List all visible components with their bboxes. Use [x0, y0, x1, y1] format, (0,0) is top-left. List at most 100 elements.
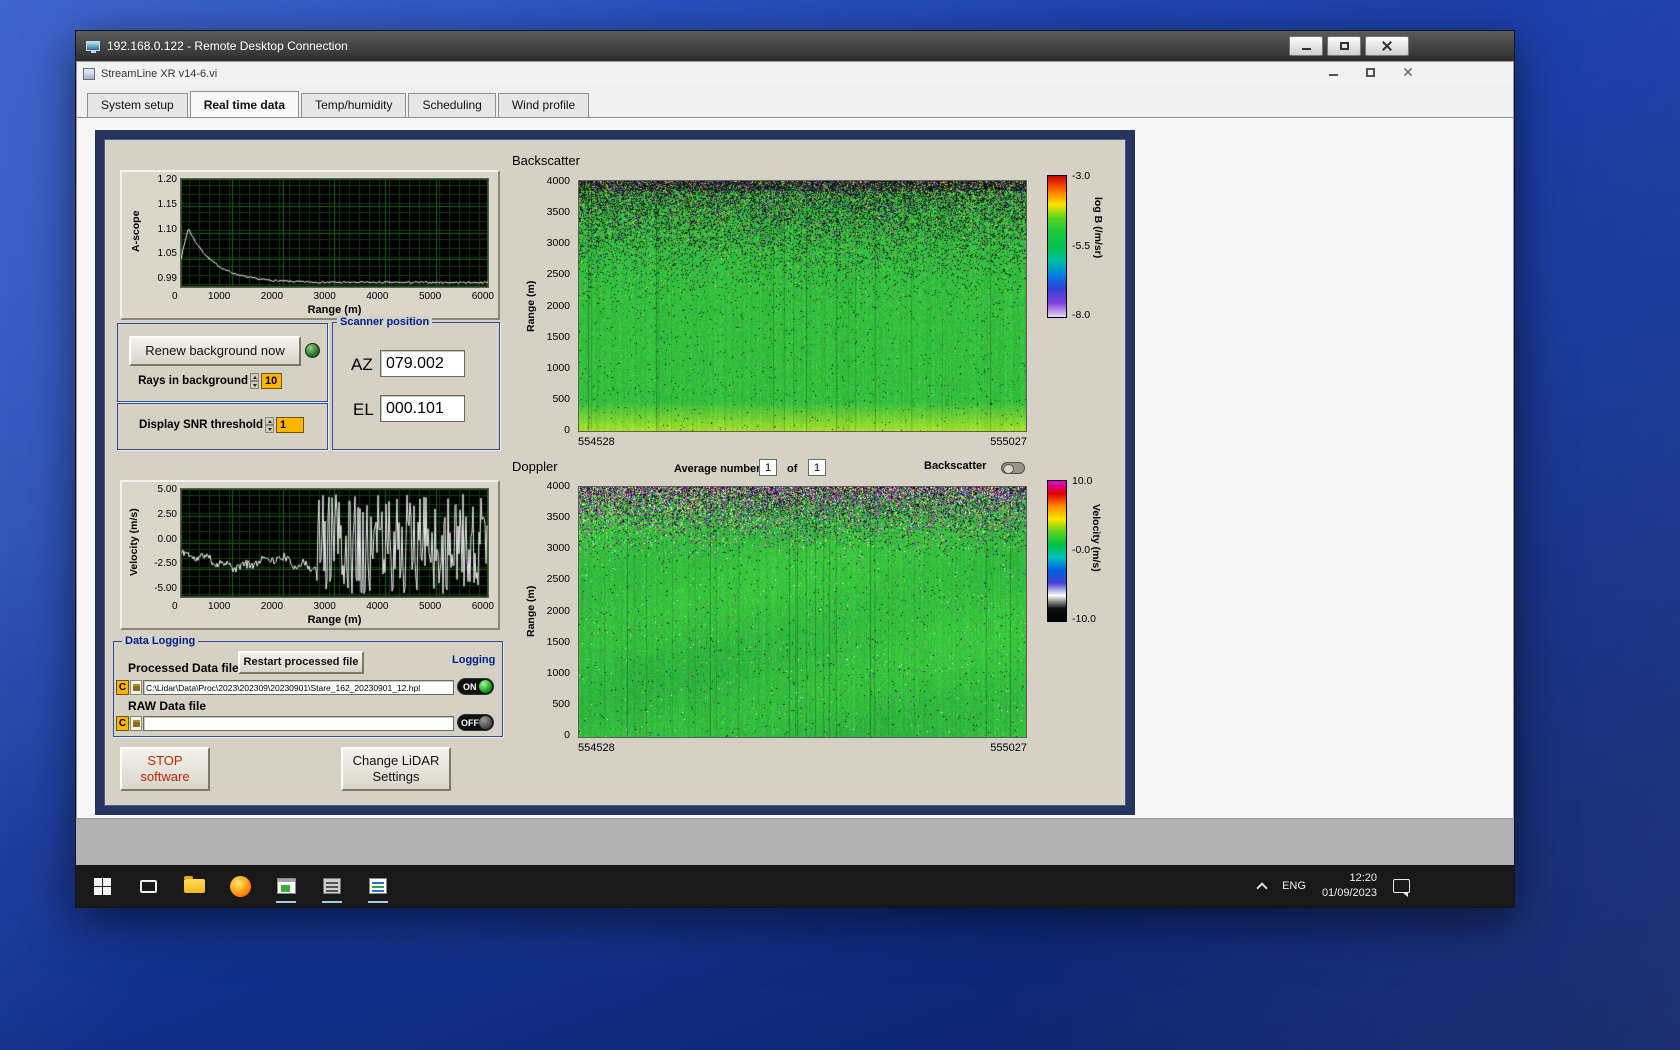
app-titlebar[interactable]: StreamLine XR v14-6.vi [77, 62, 1513, 86]
el-value-field[interactable]: 000.101 [380, 395, 465, 422]
change-lidar-settings-button[interactable]: Change LiDAR Settings [341, 747, 451, 791]
rdp-window: 192.168.0.122 - Remote Desktop Connectio… [75, 30, 1515, 908]
restart-processed-file-button[interactable]: Restart processed file [238, 651, 364, 674]
tick-label: 1000 [208, 291, 231, 302]
ascope-canvas [181, 179, 488, 287]
file-explorer-button[interactable] [182, 873, 206, 899]
desktop-wallpaper: 192.168.0.122 - Remote Desktop Connectio… [0, 0, 1680, 1050]
app-minimize-icon[interactable] [1329, 74, 1338, 76]
streamline-app-button[interactable] [274, 873, 298, 903]
start-button[interactable] [90, 873, 114, 899]
ascope-xtick-labels: 0 1000 2000 3000 4000 5000 6000 [172, 291, 494, 302]
tick-label: 4000 [366, 291, 389, 302]
tick-label: 6000 [471, 291, 494, 302]
data-logging-box: Data Logging Processed Data file Restart… [113, 635, 503, 737]
taskbar-time: 12:20 [1349, 872, 1377, 885]
tick-label: 1000 [546, 666, 570, 679]
renew-background-button[interactable]: Renew background now [129, 336, 301, 366]
tab[interactable]: Wind profile [497, 93, 590, 117]
processed-path-field[interactable]: C:\Lidar\Data\Proc\2023\202309\20230901\… [143, 680, 454, 695]
streamline-app-icon [276, 878, 296, 894]
ascope-ytick-labels: 1.20 1.15 1.10 1.05 0.99 [146, 174, 177, 284]
rdp-minimize-button[interactable] [1289, 36, 1323, 56]
taskbar-clock[interactable]: 12:20 01/09/2023 [1322, 871, 1377, 901]
tab[interactable]: System setup [87, 93, 188, 117]
tab[interactable]: Scheduling [408, 93, 496, 117]
display-snr-threshold-label: Display SNR threshold [139, 419, 263, 431]
task-view-icon [139, 879, 157, 893]
text-editor-button[interactable] [366, 873, 390, 903]
el-label: EL [353, 400, 374, 419]
increment-icon[interactable] [265, 417, 274, 425]
tab[interactable]: Real time data [189, 91, 300, 117]
ascope-plot[interactable] [180, 178, 489, 288]
tick-label: 5.00 [157, 484, 177, 495]
tick-label: 3500 [546, 511, 570, 524]
processed-browse-icon[interactable] [130, 680, 142, 695]
tick-label: 0 [564, 729, 570, 741]
velocity-plot-frame: Velocity (m/s) 5.00 2.50 0.00 -2.50 -5.00 0 1… [120, 480, 500, 630]
tick-label: 0.99 [157, 273, 177, 284]
hidden-icons-chevron-icon[interactable] [1256, 882, 1268, 894]
raw-browse-icon[interactable] [130, 716, 142, 731]
average-number-field[interactable]: 1 [759, 459, 777, 476]
raw-drive-selector[interactable]: C [116, 716, 129, 731]
raw-path-field[interactable] [143, 716, 454, 731]
rdp-close-button[interactable] [1365, 36, 1409, 56]
scanner-position-title: Scanner position [337, 316, 433, 329]
processed-logging-toggle[interactable]: ON [457, 678, 494, 695]
increment-icon[interactable] [250, 373, 259, 381]
backscatter-colorbar-label: log B (/m/sr) [1092, 197, 1104, 259]
processed-drive-selector[interactable]: C [116, 680, 129, 695]
az-label: AZ [351, 355, 373, 374]
windows-logo-icon [93, 877, 111, 895]
tick-label: 1000 [208, 601, 231, 612]
tick-label: 2500 [546, 573, 570, 586]
decrement-icon[interactable] [265, 425, 274, 433]
toggle-knob-on [479, 680, 492, 693]
tick-label: 554528 [578, 742, 615, 754]
tick-label: 1000 [546, 361, 570, 374]
snr-spinner[interactable] [265, 417, 274, 433]
decrement-icon[interactable] [250, 381, 259, 389]
task-view-button[interactable] [136, 873, 160, 899]
average-number-label: Average number [674, 463, 761, 475]
raw-logging-toggle[interactable]: OFF [457, 714, 494, 731]
toggle-knob-off [479, 716, 492, 729]
stop-software-button[interactable]: STOP software [120, 747, 210, 791]
backscatter-canvas [579, 181, 1026, 431]
tab[interactable]: Temp/humidity [301, 93, 407, 117]
app-restore-icon[interactable] [1366, 68, 1375, 77]
remote-desktop: StreamLine XR v14-6.vi System setup Real … [76, 61, 1514, 907]
stop-label-line1: STOP [147, 752, 183, 768]
language-indicator[interactable]: ENG [1282, 880, 1306, 892]
backscatter-heatmap[interactable] [578, 180, 1027, 432]
doppler-colorbar [1047, 480, 1067, 622]
backscatter-toggle-label: Backscatter [924, 460, 987, 472]
tick-label: 1500 [546, 635, 570, 648]
colorbar-tick-label: -5.5 [1072, 239, 1091, 252]
doppler-heatmap[interactable] [578, 486, 1027, 738]
notification-center-icon[interactable] [1393, 879, 1410, 897]
az-value-field[interactable]: 079.002 [380, 350, 465, 377]
doppler-colorbar-label: Velocity (m/s) [1090, 504, 1102, 572]
average-of-field[interactable]: 1 [808, 459, 826, 476]
rdp-maximize-button[interactable] [1327, 36, 1361, 56]
rays-in-background-field[interactable]: 10 [261, 373, 282, 389]
rdp-titlebar[interactable]: 192.168.0.122 - Remote Desktop Connectio… [76, 31, 1514, 61]
toggle-off-label: OFF [461, 717, 479, 728]
rays-spinner[interactable] [250, 373, 259, 389]
display-snr-threshold-field[interactable]: 1 [276, 417, 304, 433]
velocity-plot[interactable] [180, 488, 489, 598]
tick-label: 500 [552, 392, 570, 405]
backscatter-display-toggle[interactable] [1001, 462, 1025, 474]
app-close-icon[interactable] [1404, 68, 1413, 77]
doppler-title: Doppler [512, 459, 558, 474]
backscatter-colorbar [1047, 175, 1067, 318]
rdp-window-title: 192.168.0.122 - Remote Desktop Connectio… [107, 39, 348, 53]
tick-label: 3000 [313, 601, 336, 612]
velocity-xtick-labels: 0 1000 2000 3000 4000 5000 6000 [172, 601, 494, 612]
snr-threshold-box: Display SNR threshold 1 [117, 403, 328, 450]
scan-scheduler-button[interactable] [320, 873, 344, 903]
firefox-button[interactable] [228, 873, 252, 899]
